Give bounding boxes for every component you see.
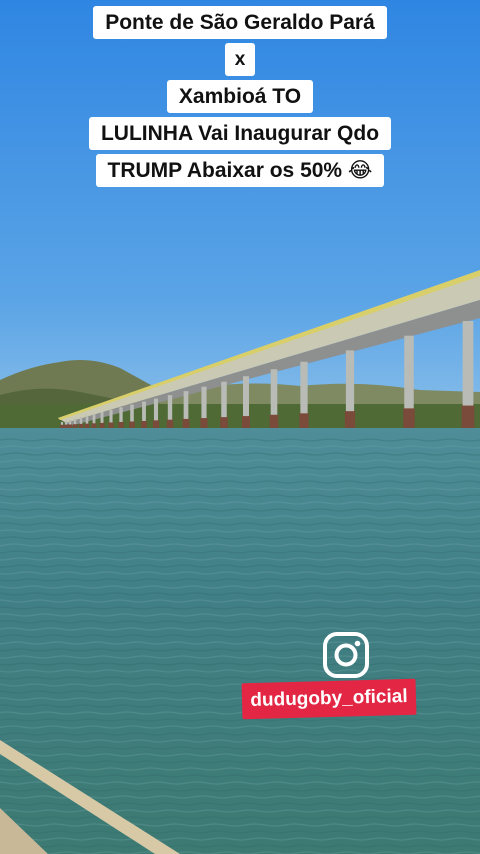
bridge-pillar-base <box>269 414 279 428</box>
bridge-pillar-base <box>299 413 309 428</box>
bridge-pillar-base <box>166 419 174 428</box>
bridge-pillar-base <box>67 424 73 428</box>
bridge-pillar-base <box>99 422 105 428</box>
bridge-pillar-base <box>118 422 124 428</box>
caption-line-2: x <box>224 43 256 76</box>
caption-line-5: TRUMP Abaixar os 50% 😂 <box>95 154 385 187</box>
bridge-pillar-base <box>200 418 208 428</box>
bridge-pillar-base <box>59 424 65 428</box>
bridge-pillar-base <box>141 420 147 428</box>
bridge-pillar-base <box>152 420 160 428</box>
bridge-pillar-base <box>461 405 475 428</box>
bridge-pillar-base <box>108 422 114 428</box>
bridge-pillar-base <box>403 408 415 428</box>
caption-line-3: Xambioá TO <box>166 80 314 113</box>
caption-line-1: Ponte de São Geraldo Pará <box>93 6 387 39</box>
bridge-pillar-base <box>63 424 69 428</box>
bridge-pillar-base <box>182 418 190 428</box>
caption-line-4: LULINHA Vai Inaugurar Qdo <box>88 117 392 150</box>
bridge-pillar-base <box>344 411 356 428</box>
bridge-pillar-base <box>78 423 84 428</box>
bridge-pillar-base <box>220 417 228 428</box>
instagram-icon <box>323 632 369 678</box>
bridge-pillar-base <box>91 423 97 428</box>
caption-overlay: Ponte de São Geraldo Pará x Xambioá TO L… <box>0 6 480 187</box>
bridge-pillar-base <box>129 421 135 428</box>
bridge-pillar-base <box>84 423 90 428</box>
instagram-handle-badge: dudugoby_oficial <box>241 678 417 720</box>
bridge-pillar-base <box>241 416 251 428</box>
bridge-pillar-base <box>72 424 78 428</box>
